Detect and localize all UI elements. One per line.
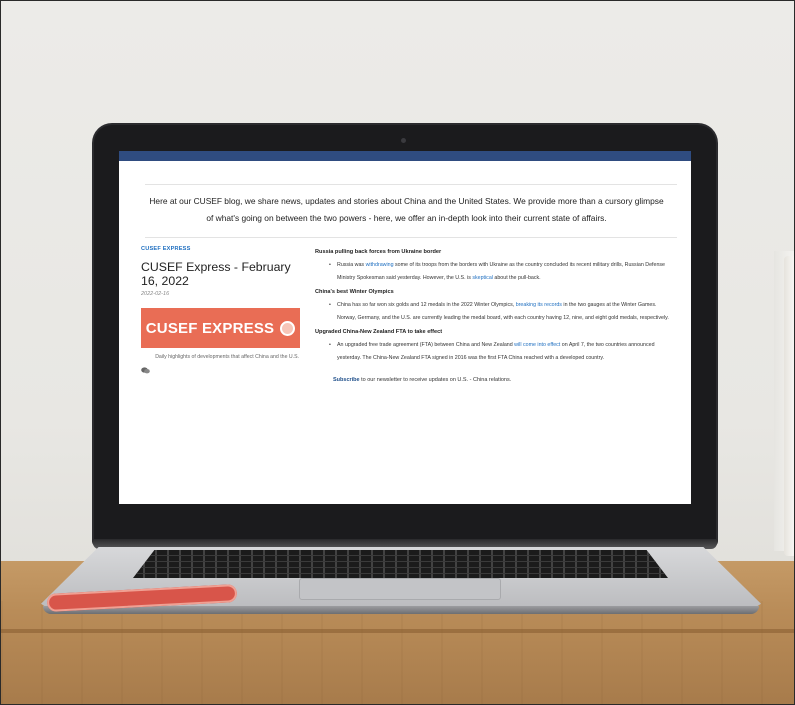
intro-line-1: Here at our CUSEF blog, we share news, u…: [149, 196, 664, 206]
story-text-part: An upgraded free trade agreement (FTA) b…: [337, 342, 515, 348]
subscribe-text: to our newsletter to receive updates on …: [359, 377, 512, 383]
post-title[interactable]: CUSEF Express - February 16, 2022: [141, 260, 301, 288]
divider-top: [145, 184, 677, 185]
cusef-express-banner[interactable]: CUSEF EXPRESS: [141, 308, 300, 348]
mug: [784, 256, 794, 556]
story-text: An upgraded free trade agreement (FTA) b…: [337, 339, 675, 364]
logo-circle-icon: [280, 320, 296, 336]
category-link[interactable]: CUSEF EXPRESS: [141, 246, 301, 252]
camera-icon: [401, 138, 406, 143]
post-date: 2022-02-16: [141, 291, 170, 297]
bullet-icon: •: [329, 262, 331, 268]
story-heading: China's best Winter Olympics: [315, 289, 394, 295]
skeptical-link[interactable]: skeptical: [472, 275, 493, 281]
breaking-records-link[interactable]: breaking its records: [516, 302, 562, 308]
desk-grain: [1, 601, 794, 704]
story-text: China has so far won six golds and 12 me…: [337, 299, 675, 324]
blog-intro: Here at our CUSEF blog, we share news, u…: [139, 193, 674, 227]
withdrawing-link[interactable]: withdrawing: [366, 262, 394, 268]
intro-line-2: of what's going on between the two power…: [206, 213, 607, 223]
bullet-icon: •: [329, 342, 331, 348]
come-into-effect-link[interactable]: will come into effect: [514, 342, 560, 348]
post-sidebar: CUSEF EXPRESS CUSEF Express - February 1…: [141, 246, 301, 376]
story-text-part: Russia was: [337, 262, 366, 268]
laptop-screen: Here at our CUSEF blog, we share news, u…: [119, 151, 691, 504]
story-text: Russia was withdrawing some of its troop…: [337, 259, 675, 284]
photo-background: Here at our CUSEF blog, we share news, u…: [0, 0, 795, 705]
desk-edge: [1, 629, 794, 633]
bullet-icon: •: [329, 302, 331, 308]
story-bullet: • Russia was withdrawing some of its tro…: [329, 259, 675, 284]
story-bullet: • China has so far won six golds and 12 …: [329, 299, 675, 324]
story-bullet: • An upgraded free trade agreement (FTA)…: [329, 339, 675, 364]
subscribe-link[interactable]: Subscribe: [333, 377, 360, 383]
site-header-bar: [119, 151, 691, 161]
banner-caption: Daily highlights of developments that af…: [155, 354, 299, 360]
subscribe-line: Subscribe to our newsletter to receive u…: [333, 377, 675, 383]
keyboard-rows: [133, 550, 668, 578]
story-heading: Upgraded China-New Zealand FTA to take e…: [315, 329, 443, 335]
story-heading: Russia pulling back forces from Ukraine …: [315, 249, 442, 255]
post-content: Russia pulling back forces from Ukraine …: [315, 249, 675, 383]
story-text-part: about the pull-back.: [492, 274, 541, 281]
banner-text: CUSEF EXPRESS: [145, 319, 275, 337]
divider-intro: [145, 237, 677, 238]
laptop-front-edge: [43, 606, 759, 614]
story-text-part: China has so far won six golds and 12 me…: [337, 302, 516, 308]
trackpad: [299, 578, 501, 600]
comment-icon[interactable]: [141, 367, 301, 376]
